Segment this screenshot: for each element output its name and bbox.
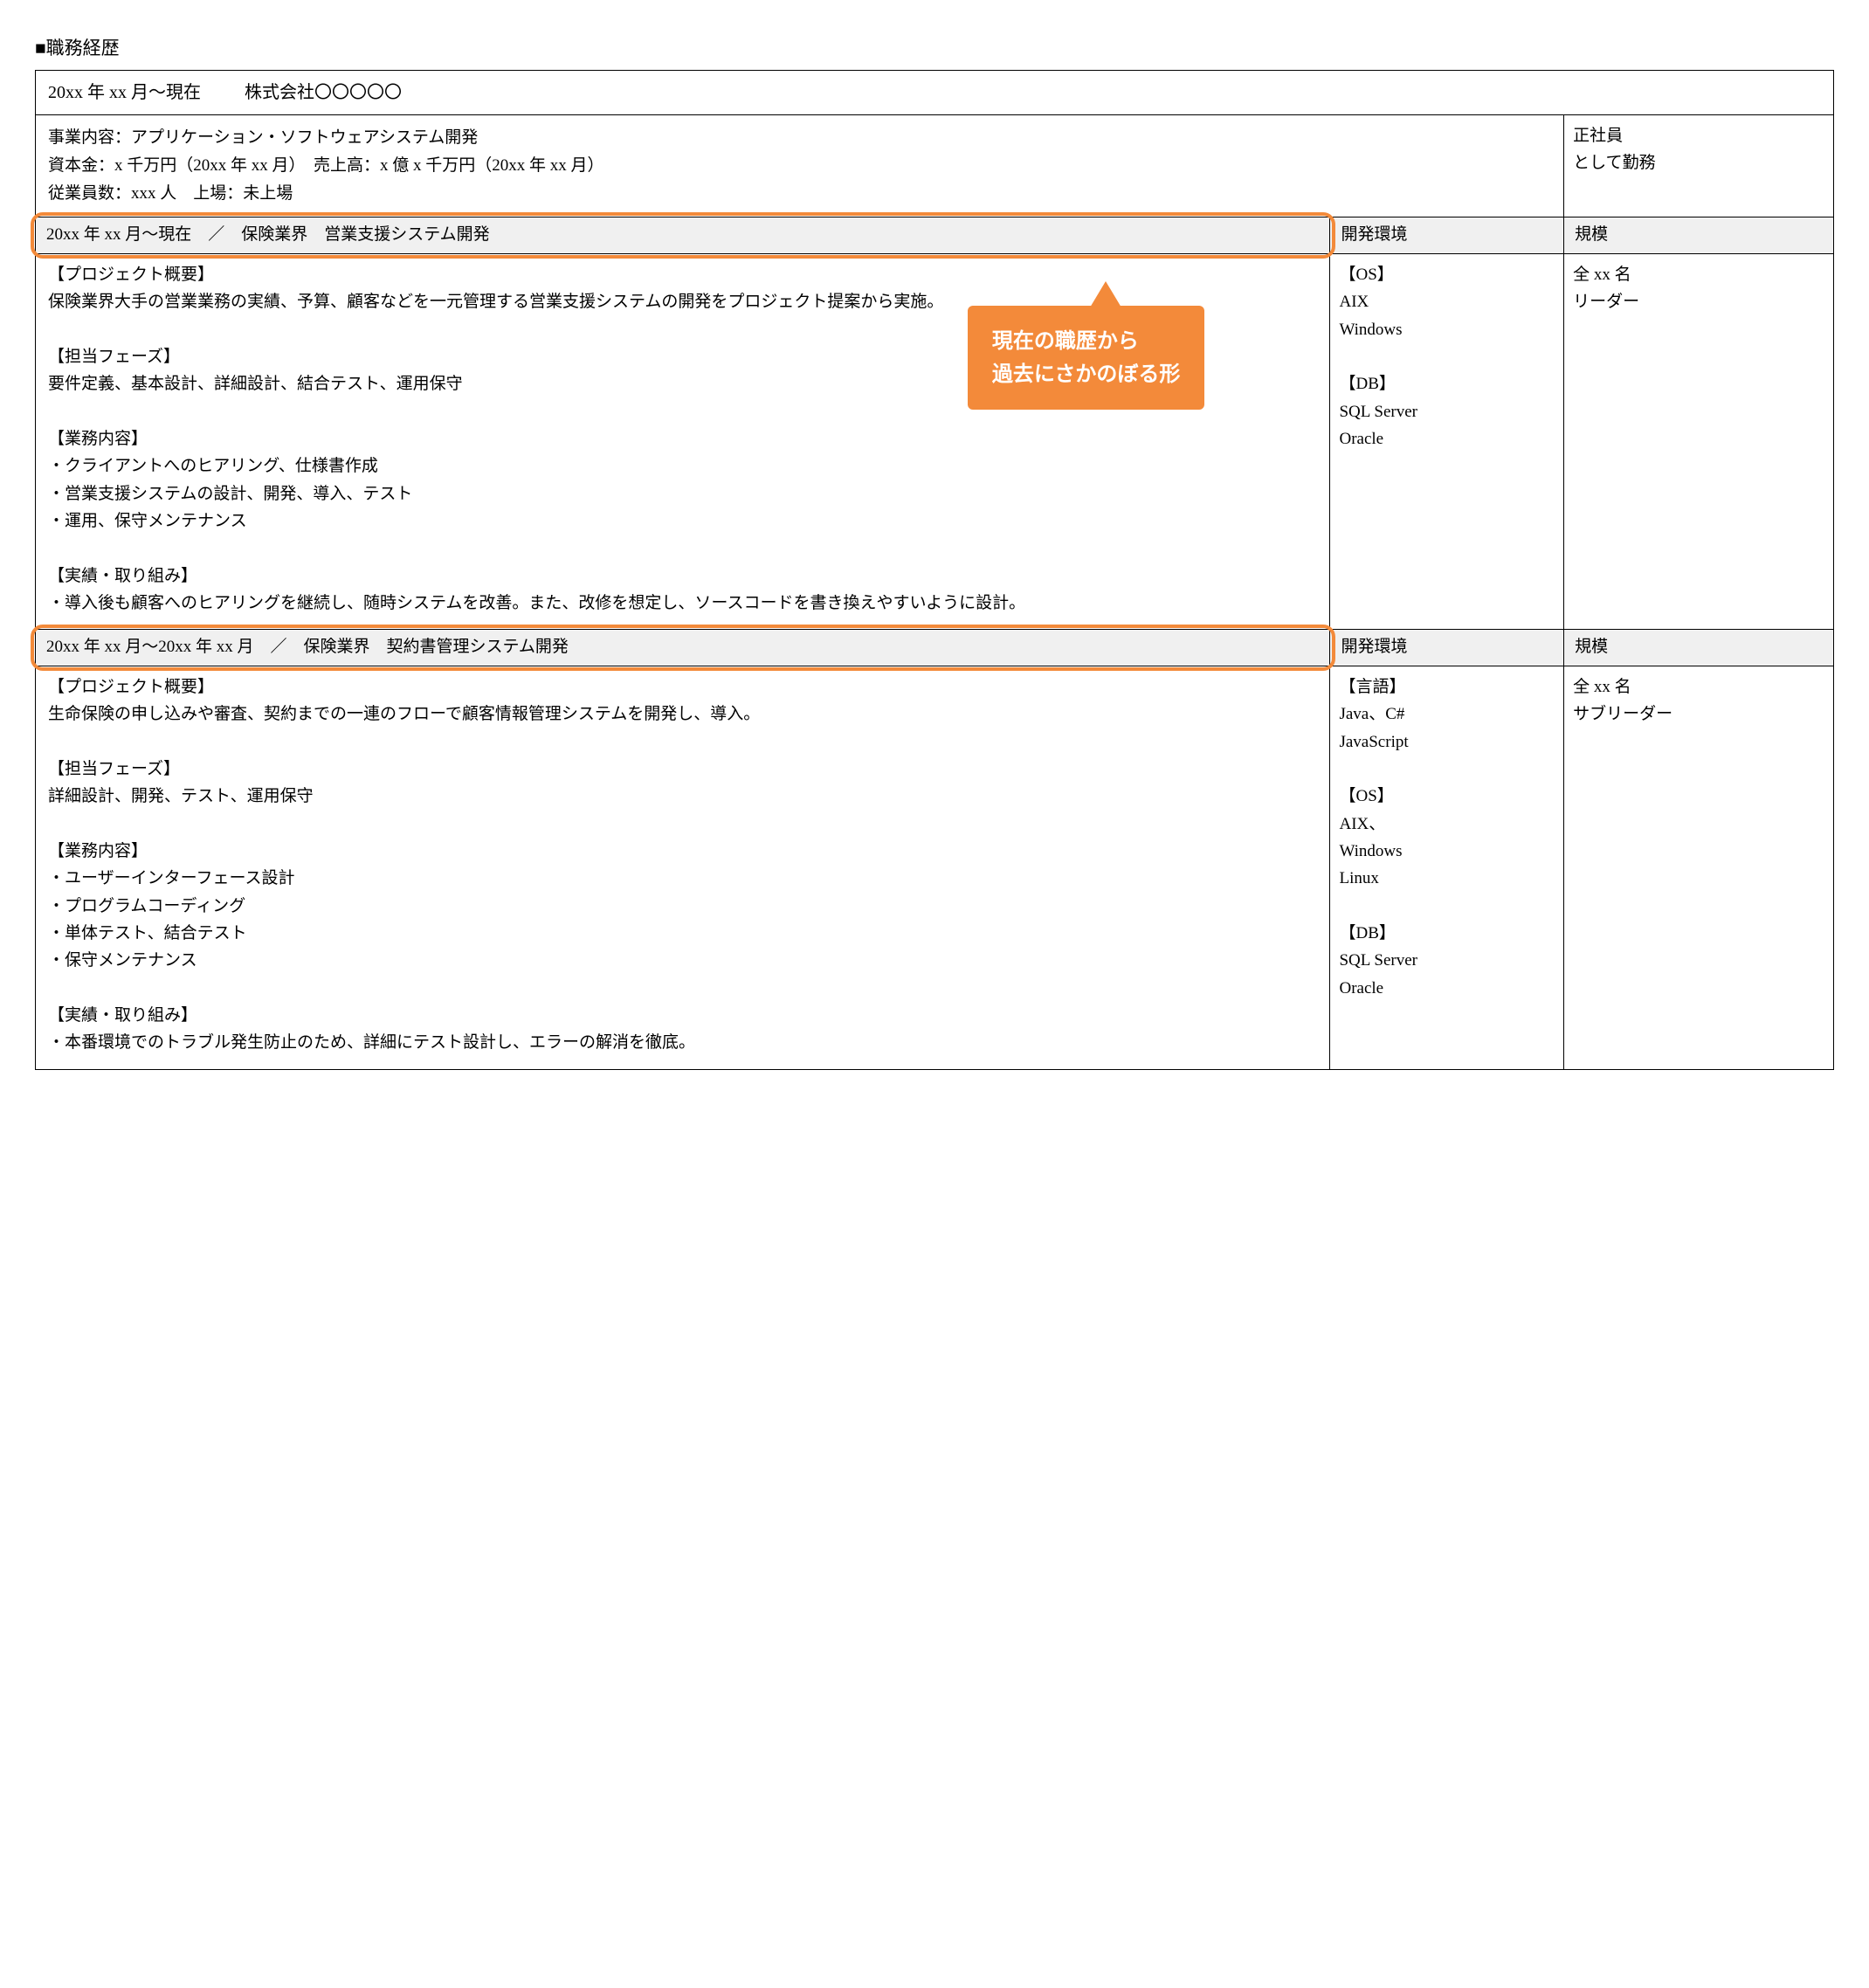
p1-env-os2: Windows: [1339, 316, 1555, 343]
p2-env-lang1: Java、C#: [1339, 701, 1555, 728]
col-header-scale-2: 規模: [1564, 630, 1834, 666]
p2-work2: ・プログラムコーディング: [48, 893, 1317, 920]
p2-ach: ・本番環境でのトラブル発生防止のため、詳細にテスト設計し、エラーの解消を徹底。: [48, 1029, 1317, 1056]
section-title: ■職務経歴: [35, 35, 1834, 63]
p1-work2: ・営業支援システムの設計、開発、導入、テスト: [48, 480, 1317, 507]
project2-header-row: 20xx 年 xx 月～20xx 年 xx 月 ／ 保険業界 契約書管理システム…: [36, 630, 1834, 666]
col-header-env: 開発環境: [1330, 217, 1564, 254]
p1-work-label: 【業務内容】: [48, 425, 1317, 452]
company-employees: 従業員数：xxx 人 上場：未上場: [48, 180, 1551, 208]
company-financials: 資本金：x 千万円（20xx 年 xx 月） 売上高：x 億 x 千万円（20x…: [48, 152, 1551, 180]
p2-env-lang-label: 【言語】: [1339, 673, 1555, 701]
project2-title: 20xx 年 xx 月～20xx 年 xx 月 ／ 保険業界 契約書管理システム…: [36, 630, 1330, 666]
company-business: 事業内容：アプリケーション・ソフトウェアシステム開発: [48, 124, 1551, 152]
p1-env-os-label: 【OS】: [1339, 261, 1555, 288]
p2-env-os3: Linux: [1339, 865, 1555, 892]
p2-phase-label: 【担当フェーズ】: [48, 756, 1317, 783]
project1-title: 20xx 年 xx 月～現在 ／ 保険業界 営業支援システム開発: [36, 217, 1330, 254]
p2-env-db2: Oracle: [1339, 975, 1555, 1002]
p1-env-db-label: 【DB】: [1339, 370, 1555, 397]
p2-phase: 詳細設計、開発、テスト、運用保守: [48, 783, 1317, 810]
p1-scale: 全 xx 名 リーダー: [1564, 253, 1834, 629]
employment-type: 正社員 として勤務: [1564, 114, 1834, 217]
company-header-row: 20xx 年 xx 月～現在 株式会社〇〇〇〇〇: [36, 70, 1834, 114]
col-header-env-2: 開発環境: [1330, 630, 1564, 666]
p1-work3: ・運用、保守メンテナンス: [48, 507, 1317, 535]
annotation-callout: 現在の職歴から 過去にさかのぼる形: [968, 306, 1205, 409]
resume-table: 20xx 年 xx 月～現在 株式会社〇〇〇〇〇 事業内容：アプリケーション・ソ…: [35, 70, 1834, 1070]
p2-work-label: 【業務内容】: [48, 838, 1317, 865]
p1-ach: ・導入後も顧客へのヒアリングを継続し、随時システムを改善。また、改修を想定し、ソ…: [48, 590, 1317, 617]
project2-detail-row: 【プロジェクト概要】 生命保険の申し込みや審査、契約までの一連のフローで顧客情報…: [36, 666, 1834, 1069]
p2-work1: ・ユーザーインターフェース設計: [48, 865, 1317, 892]
p1-work1: ・クライアントへのヒアリング、仕様書作成: [48, 452, 1317, 480]
project1-header-row: 20xx 年 xx 月～現在 ／ 保険業界 営業支援システム開発 開発環境 規模: [36, 217, 1834, 254]
p2-env-db1: SQL Server: [1339, 947, 1555, 974]
p1-env-db1: SQL Server: [1339, 398, 1555, 425]
p2-env-os2: Windows: [1339, 838, 1555, 865]
p2-ach-label: 【実績・取り組み】: [48, 1002, 1317, 1029]
p2-env-os1: AIX、: [1339, 811, 1555, 838]
p2-overview-label: 【プロジェクト概要】: [48, 673, 1317, 701]
p1-overview-label: 【プロジェクト概要】: [48, 261, 1317, 288]
p2-env-os-label: 【OS】: [1339, 783, 1555, 810]
company-info-row: 事業内容：アプリケーション・ソフトウェアシステム開発 資本金：x 千万円（20x…: [36, 114, 1834, 217]
p2-overview: 生命保険の申し込みや審査、契約までの一連のフローで顧客情報管理システムを開発し、…: [48, 701, 1317, 728]
p2-env-db-label: 【DB】: [1339, 920, 1555, 947]
p2-work3: ・単体テスト、結合テスト: [48, 920, 1317, 947]
p1-env-os1: AIX: [1339, 288, 1555, 315]
p2-env-lang2: JavaScript: [1339, 728, 1555, 756]
employment-period: 20xx 年 xx 月～現在: [48, 83, 201, 102]
p2-scale: 全 xx 名 サブリーダー: [1564, 666, 1834, 1069]
col-header-scale: 規模: [1564, 217, 1834, 254]
project1-detail-row: 【プロジェクト概要】 保険業界大手の営業業務の実績、予算、顧客などを一元管理する…: [36, 253, 1834, 629]
p1-env-db2: Oracle: [1339, 425, 1555, 452]
p2-work4: ・保守メンテナンス: [48, 947, 1317, 974]
company-name: 株式会社〇〇〇〇〇: [245, 83, 402, 102]
p1-ach-label: 【実績・取り組み】: [48, 563, 1317, 590]
